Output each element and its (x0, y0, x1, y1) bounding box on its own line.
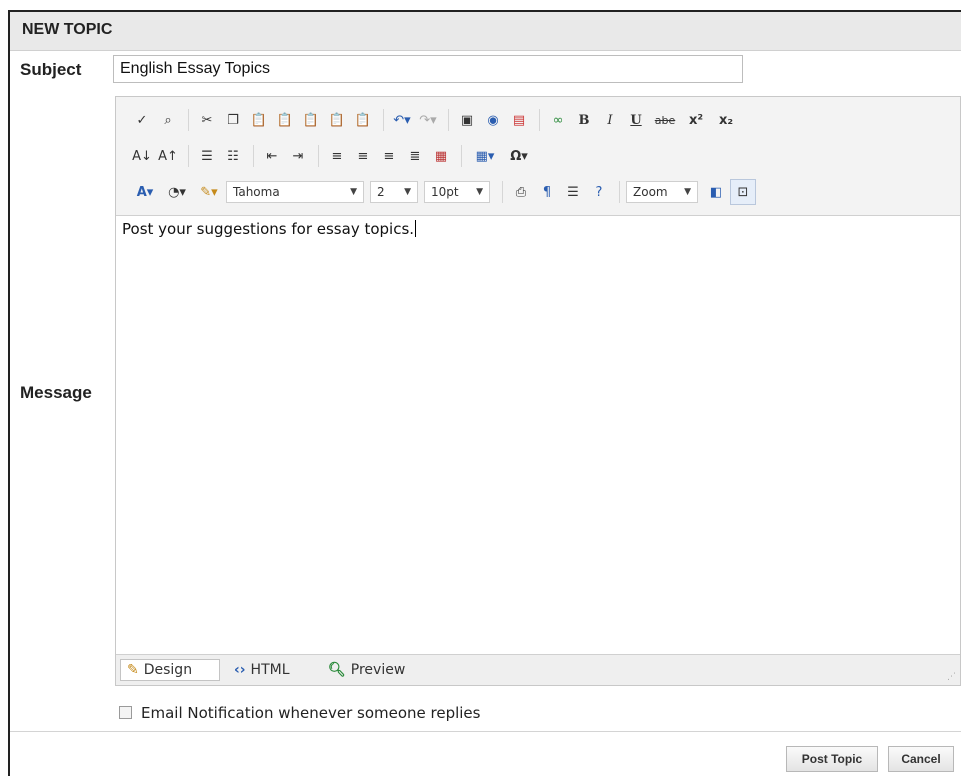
editor-text: Post your suggestions for essay topics. (122, 220, 417, 238)
superscript-icon[interactable]: x² (682, 108, 710, 132)
redo-icon[interactable]: ↷▾ (416, 108, 440, 132)
cancel-button[interactable]: Cancel (888, 746, 954, 772)
resize-grip-icon[interactable]: ⋰ (947, 672, 956, 682)
remove-alignment-icon[interactable]: ▦ (429, 144, 453, 168)
subscript-icon[interactable]: x₂ (712, 108, 740, 132)
paste-text-icon[interactable]: 📋 (273, 108, 297, 132)
toolbar-divider (188, 109, 189, 131)
hyperlink-icon[interactable]: ∞ (546, 108, 570, 132)
tab-html[interactable]: ‹› HTML (228, 659, 296, 681)
indent-icon[interactable]: ⇥ (286, 144, 310, 168)
paste-icon[interactable]: 📋 (247, 108, 271, 132)
special-character-label: Ω (510, 148, 522, 164)
editor-mode-bar: ✎ Design ‹› HTML 🔍︎ Preview ⋰ (116, 654, 960, 685)
underline-icon[interactable]: U (624, 108, 648, 132)
align-right-icon[interactable]: ≡ (377, 144, 401, 168)
font-family-select[interactable]: Tahoma ▼ (226, 181, 364, 203)
chevron-down-icon: ▼ (684, 187, 691, 197)
panel-header: NEW TOPIC (10, 12, 961, 51)
zoom-value: Zoom (633, 185, 668, 199)
font-size-down-icon[interactable]: A↓ (130, 144, 154, 168)
email-notification-checkbox[interactable] (119, 706, 132, 719)
pencil-icon: ✎ (127, 662, 139, 678)
paste-word-icon[interactable]: 📋 (299, 108, 323, 132)
paste-special-icon[interactable]: 📋 (351, 108, 375, 132)
toolbar-divider (318, 145, 319, 167)
paragraph-icon[interactable]: ¶ (535, 180, 559, 204)
editor-toolbar: ✓ ⌕ ✂ ❐ 📋 📋 📋 📋 📋 ↶▾ ↷▾ ▣ ◉ ▤ ∞ B I U ab… (116, 97, 960, 215)
editor-content: Post your suggestions for essay topics. (122, 220, 415, 238)
font-size-select[interactable]: 2 ▼ (370, 181, 418, 203)
print-icon[interactable]: ⎙ (509, 180, 533, 204)
toolbar-divider (253, 145, 254, 167)
tab-design[interactable]: ✎ Design (120, 659, 220, 681)
toolbar-row-2: A↓ A↑ ☰ ☷ ⇤ ⇥ ≡ ≡ ≡ ≣ ▦ ▦▾ Ω ▾ (130, 141, 536, 171)
tab-html-label: HTML (250, 662, 290, 678)
help-icon[interactable]: ? (587, 180, 611, 204)
insert-table-icon[interactable]: ▦▾ (468, 144, 502, 168)
panel-title: NEW TOPIC (22, 21, 113, 38)
toolbar-divider (619, 181, 620, 203)
toolbar-divider (502, 181, 503, 203)
chevron-down-icon: ▼ (350, 187, 357, 197)
special-character-icon[interactable]: Ω ▾ (504, 144, 534, 168)
module-manager-icon[interactable]: ◧ (704, 180, 728, 204)
toolbar-row-3: A▾ ◔▾ ✎▾ Tahoma ▼ 2 ▼ 10pt ▼ ⎙ ¶ ☰ ? Zoom ▼ … (130, 177, 758, 207)
format-painter-icon[interactable]: ✎▾ (194, 180, 224, 204)
line-spacing-icon[interactable]: ☰ (561, 180, 585, 204)
font-color-icon[interactable]: A▾ (130, 180, 160, 204)
media-icon[interactable]: ◉ (481, 108, 505, 132)
copy-icon[interactable]: ❐ (221, 108, 245, 132)
justify-icon[interactable]: ≣ (403, 144, 427, 168)
chevron-down-icon: ▼ (476, 187, 483, 197)
email-notification-label: Email Notification whenever someone repl… (141, 704, 481, 722)
bullet-list-icon[interactable]: ☷ (221, 144, 245, 168)
outdent-icon[interactable]: ⇤ (260, 144, 284, 168)
italic-icon[interactable]: I (598, 108, 622, 132)
editor-content-area[interactable]: Post your suggestions for essay topics. (116, 215, 960, 655)
toolbar-divider (448, 109, 449, 131)
find-icon[interactable]: ⌕ (156, 108, 180, 132)
spellcheck-icon[interactable]: ✓ (130, 108, 154, 132)
code-icon: ‹› (234, 662, 246, 678)
toolbar-divider (461, 145, 462, 167)
rich-text-editor: ✓ ⌕ ✂ ❐ 📋 📋 📋 📋 📋 ↶▾ ↷▾ ▣ ◉ ▤ ∞ B I U ab… (115, 96, 961, 686)
cut-icon[interactable]: ✂ (195, 108, 219, 132)
image-icon[interactable]: ▣ (455, 108, 479, 132)
text-caret (415, 220, 417, 237)
tab-preview[interactable]: 🔍︎ Preview (322, 659, 411, 681)
subject-input[interactable] (113, 55, 743, 83)
numbered-list-icon[interactable]: ☰ (195, 144, 219, 168)
chevron-down-icon: ▼ (404, 187, 411, 197)
footer-divider (10, 731, 961, 732)
message-label: Message (20, 383, 92, 402)
font-family-value: Tahoma (233, 185, 280, 199)
align-left-icon[interactable]: ≡ (325, 144, 349, 168)
zoom-select[interactable]: Zoom ▼ (626, 181, 698, 203)
font-size-pt-select[interactable]: 10pt ▼ (424, 181, 490, 203)
highlight-color-icon[interactable]: ◔▾ (162, 180, 192, 204)
font-size-pt-value: 10pt (431, 185, 459, 199)
bold-icon[interactable]: B (572, 108, 596, 132)
magnifier-icon: 🔍︎ (328, 662, 346, 678)
font-size-value: 2 (377, 185, 385, 199)
toolbar-row-1: ✓ ⌕ ✂ ❐ 📋 📋 📋 📋 📋 ↶▾ ↷▾ ▣ ◉ ▤ ∞ B I U ab… (130, 105, 742, 135)
align-center-icon[interactable]: ≡ (351, 144, 375, 168)
toolbar-divider (383, 109, 384, 131)
document-icon[interactable]: ▤ (507, 108, 531, 132)
paste-html-icon[interactable]: 📋 (325, 108, 349, 132)
subject-label: Subject (20, 60, 82, 79)
post-topic-button[interactable]: Post Topic (786, 746, 878, 772)
toolbar-divider (188, 145, 189, 167)
toolbar-divider (539, 109, 540, 131)
font-size-up-icon[interactable]: A↑ (156, 144, 180, 168)
undo-icon[interactable]: ↶▾ (390, 108, 414, 132)
strikethrough-icon[interactable]: abe (650, 108, 680, 132)
tab-design-label: Design (143, 662, 193, 678)
fullscreen-icon[interactable]: ⊡ (730, 179, 756, 205)
tab-preview-label: Preview (350, 662, 406, 678)
